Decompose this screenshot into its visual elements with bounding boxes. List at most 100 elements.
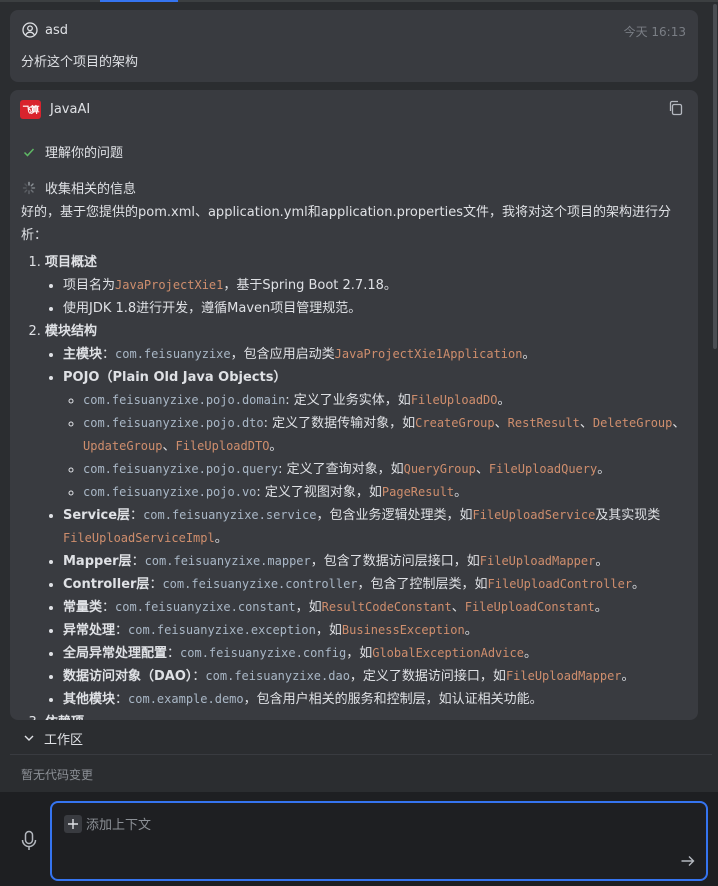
- package-name-code: com.feisuanyzixe.pojo.dto: [83, 416, 264, 430]
- ai-message-card: 飞算 JavaAI 理解你的问题 收集相关的信息 好的，基于您提供的pom.xm…: [10, 90, 698, 720]
- input-placeholder: 添加上下文: [86, 818, 152, 833]
- chat-input-area: 添加上下文: [0, 792, 718, 886]
- class-name-code: FileUploadDO: [410, 393, 498, 407]
- step-label: 收集相关的信息: [45, 182, 137, 197]
- bullet-item: 数据访问对象（DAO）：com.feisuanyzixe.dao，定义了数据访问…: [63, 665, 688, 688]
- bold-label: 数据访问对象（DAO）: [63, 669, 193, 684]
- sub-bullet-item: com.feisuanyzixe.pojo.query: 定义了查询对象，如Qu…: [83, 458, 688, 481]
- text-run: ，如: [315, 623, 342, 638]
- microphone-icon[interactable]: [20, 830, 38, 852]
- text-run: 、: [579, 416, 593, 431]
- text-run: : 定义了数据传输对象，如: [263, 416, 416, 431]
- text-run: ：: [167, 646, 181, 661]
- text-run: : 定义了查询对象，如: [278, 462, 404, 477]
- check-icon: [22, 145, 36, 159]
- bold-label: Mapper层: [63, 554, 132, 569]
- text-run: ，包含了控制层类，如: [357, 577, 488, 592]
- text-run: 、: [162, 439, 176, 454]
- class-name-code: QueryGroup: [403, 462, 476, 476]
- section-title: 项目概述: [45, 255, 98, 270]
- section-title: 依赖项: [45, 715, 84, 720]
- text-run: 项目名为: [63, 278, 116, 293]
- user-message-card: asd 今天 16:13 分析这个项目的架构: [10, 10, 698, 82]
- sub-bullet-item: com.feisuanyzixe.pojo.vo: 定义了视图对象，如PageR…: [83, 481, 688, 504]
- workspace-body: 暂无代码变更: [10, 754, 712, 791]
- class-name-code: GlobalExceptionAdvice: [372, 646, 524, 660]
- package-name-code: com.feisuanyzixe.controller: [162, 577, 358, 591]
- text-run: 。: [523, 646, 537, 661]
- top-tab-strip: [0, 0, 718, 2]
- username: asd: [45, 22, 68, 38]
- text-run: 。: [597, 462, 611, 477]
- text-run: ：: [115, 692, 129, 707]
- active-tab-indicator: [100, 0, 178, 2]
- text-run: 、: [672, 416, 686, 431]
- scrollbar[interactable]: [712, 0, 718, 720]
- text-run: 。: [522, 347, 536, 362]
- text-run: 。: [214, 531, 228, 546]
- text-run: ，如: [295, 600, 322, 615]
- bold-label: Controller层: [63, 577, 150, 592]
- text-run: 、: [494, 416, 508, 431]
- package-name-code: com.feisuanyzixe.config: [180, 646, 347, 660]
- feisuan-logo-icon: 飞算: [20, 100, 41, 119]
- text-run: ，基于Spring Boot 2.7.18。: [223, 278, 397, 293]
- bullet-item: 常量类：com.feisuanyzixe.constant，如ResultCod…: [63, 596, 688, 619]
- workspace-header[interactable]: 工作区: [10, 723, 712, 753]
- bold-label: 主模块: [63, 347, 103, 362]
- step-label: 理解你的问题: [45, 146, 124, 161]
- class-name-code: JavaProjectXie1Application: [334, 347, 523, 361]
- bullet-item: 项目名为JavaProjectXie1，基于Spring Boot 2.7.18…: [63, 274, 688, 297]
- text-run: ：: [149, 577, 163, 592]
- bullet-item: 使用JDK 1.8进行开发，遵循Maven项目管理规范。: [63, 297, 688, 320]
- class-name-code: CreateGroup: [415, 416, 495, 430]
- package-name-code: com.feisuanyzixe.exception: [128, 623, 316, 637]
- class-name-code: PageResult: [381, 485, 455, 499]
- bullet-list: 主模块：com.feisuanyzixe，包含应用启动类JavaProjectX…: [45, 343, 688, 711]
- class-name-code: BusinessException: [341, 623, 465, 637]
- scrollbar-thumb[interactable]: [713, 4, 717, 349]
- user-message-text: 分析这个项目的架构: [21, 55, 139, 70]
- text-run: ：: [130, 508, 144, 523]
- chat-input[interactable]: 添加上下文: [50, 801, 708, 881]
- package-name-code: com.feisuanyzixe: [115, 347, 231, 361]
- sub-bullet-item: com.feisuanyzixe.pojo.domain: 定义了业务实体，如F…: [83, 389, 688, 412]
- class-name-code: DeleteGroup: [592, 416, 673, 430]
- ai-header: 飞算 JavaAI: [20, 100, 90, 119]
- text-run: 。: [632, 577, 646, 592]
- text-run: ，包含用户相关的服务和控制层，如认证相关功能。: [243, 692, 543, 707]
- user-header: asd: [22, 22, 68, 38]
- bullet-item: POJO（Plain Old Java Objects） com.feisuany…: [63, 366, 688, 504]
- workspace-label: 工作区: [44, 732, 84, 748]
- bullet-item: 全局异常处理配置：com.feisuanyzixe.config，如Global…: [63, 642, 688, 665]
- step-understand: 理解你的问题: [22, 142, 123, 161]
- text-run: ，定义了数据访问接口，如: [349, 669, 506, 684]
- class-name-code: FileUploadDTO: [175, 439, 270, 453]
- text-run: 使用JDK 1.8进行开发，遵循Maven项目管理规范。: [63, 301, 362, 316]
- bold-label: 其他模块: [63, 692, 116, 707]
- text-run: ：: [102, 347, 116, 362]
- response-sections: 项目概述项目名为JavaProjectXie1，基于Spring Boot 2.…: [21, 251, 688, 720]
- class-name-code: FileUploadQuery: [488, 462, 598, 476]
- text-run: ，包含了数据访问层接口，如: [310, 554, 480, 569]
- class-name-code: FileUploadMapper: [505, 669, 622, 683]
- message-time: 今天 16:13: [623, 25, 686, 39]
- text-run: : 定义了视图对象，如: [256, 485, 382, 500]
- text-run: 、: [451, 600, 465, 615]
- step-collect: 收集相关的信息: [22, 178, 136, 197]
- send-arrow-icon[interactable]: [680, 853, 696, 869]
- text-run: 及其实现类: [595, 508, 661, 523]
- chevron-down-icon[interactable]: [22, 731, 36, 745]
- copy-icon[interactable]: [668, 100, 684, 116]
- package-name-code: com.feisuanyzixe.pojo.vo: [83, 485, 257, 499]
- class-name-code: ResultCodeConstant: [321, 600, 452, 614]
- bullet-item: 其他模块：com.example.demo，包含用户相关的服务和控制层，如认证相…: [63, 688, 688, 711]
- bullet-item: Service层：com.feisuanyzixe.service，包含业务逻辑…: [63, 504, 688, 550]
- add-context-button[interactable]: [64, 815, 82, 833]
- text-run: ：: [192, 669, 206, 684]
- class-name-code: FileUploadController: [487, 577, 633, 591]
- package-name-code: com.feisuanyzixe.pojo.query: [83, 462, 279, 476]
- text-run: 。: [621, 669, 635, 684]
- section-item: 模块结构主模块：com.feisuanyzixe，包含应用启动类JavaProj…: [45, 320, 688, 711]
- class-name-code: UpdateGroup: [83, 439, 163, 453]
